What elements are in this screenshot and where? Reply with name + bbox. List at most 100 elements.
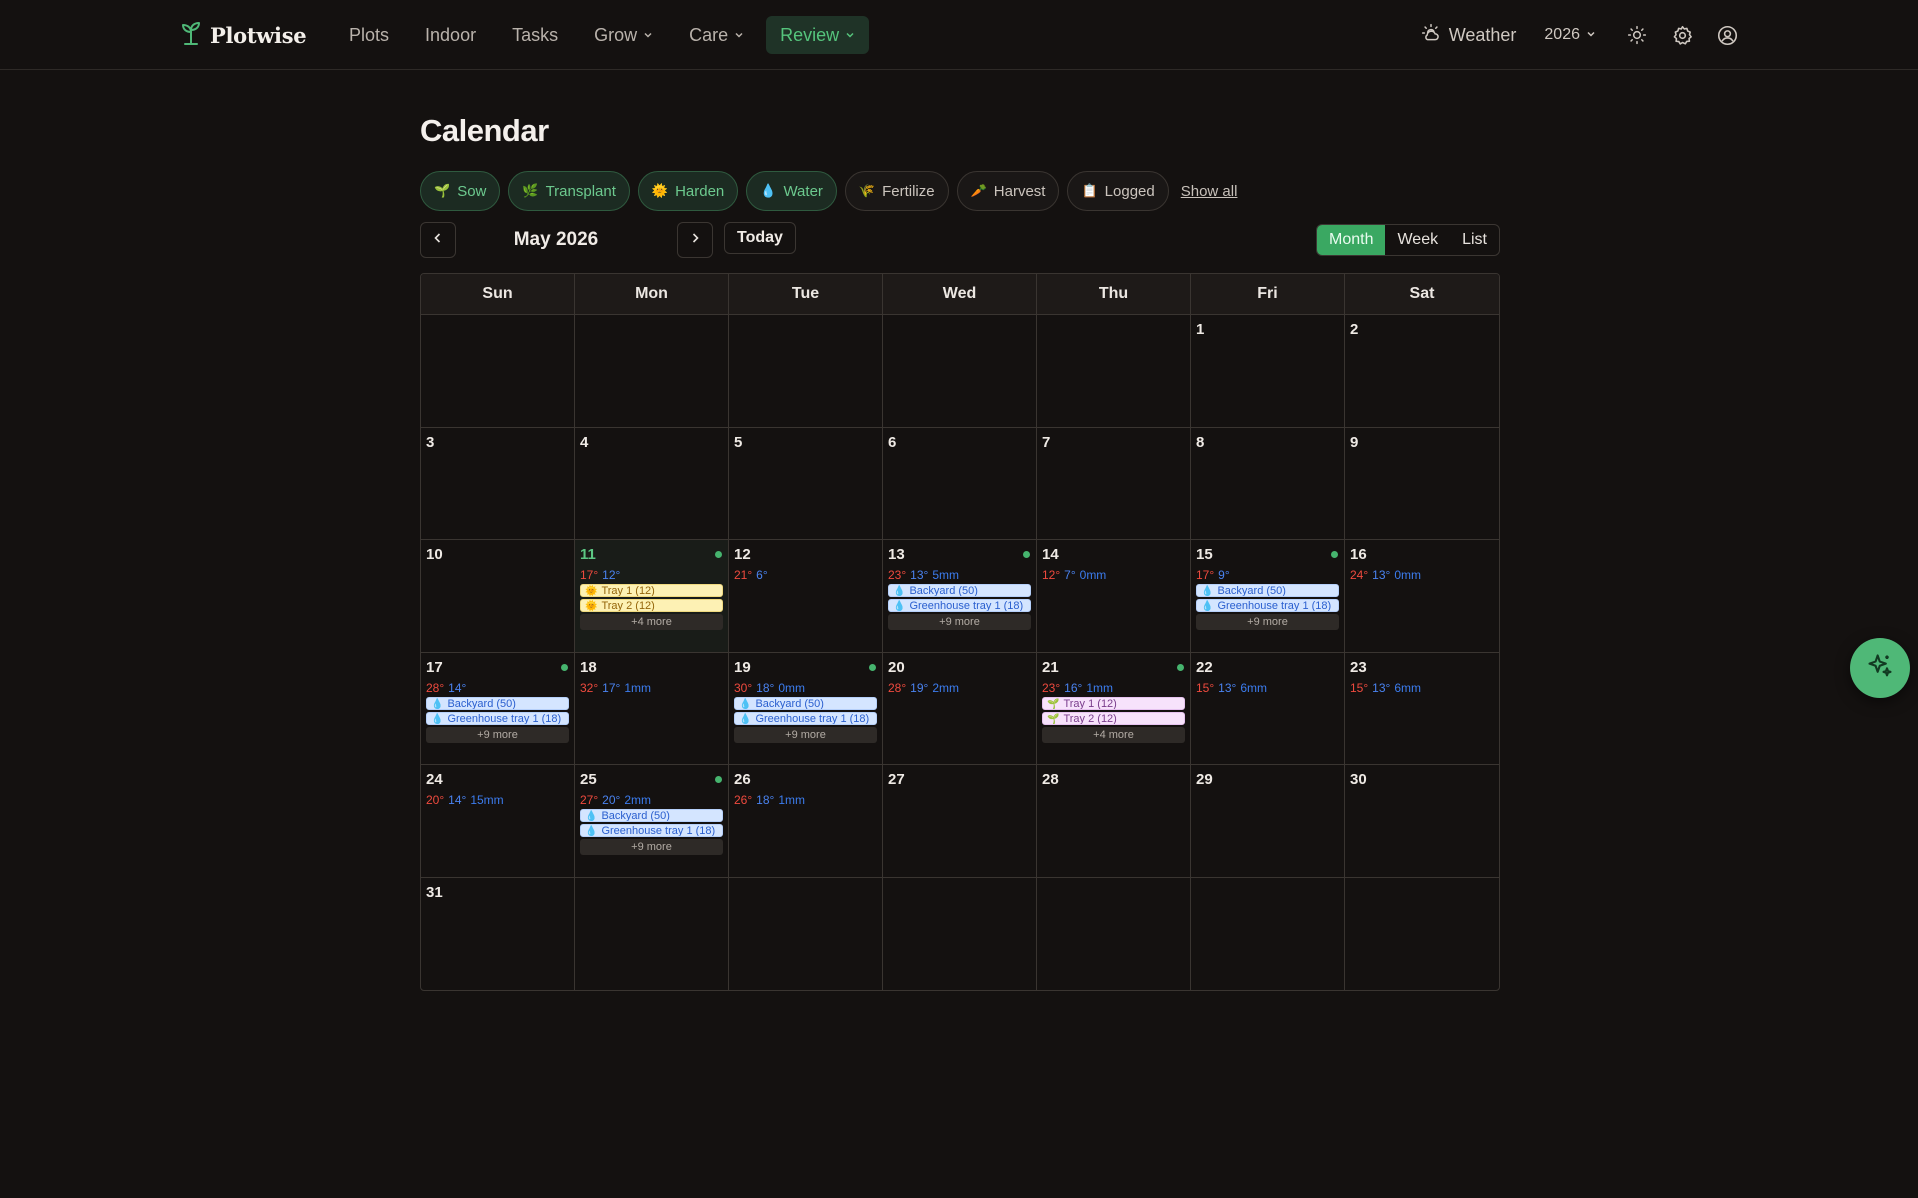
day-number: 17 xyxy=(426,658,443,676)
show-all-link[interactable]: Show all xyxy=(1181,183,1238,200)
nav-plots-label: Plots xyxy=(349,24,390,45)
more-events-button[interactable]: +4 more xyxy=(1042,726,1185,743)
event-water[interactable]: 💧 Backyard (50) xyxy=(1196,584,1339,597)
filter-chip-label: Sow xyxy=(457,182,487,200)
event-water[interactable]: 💧 Greenhouse tray 1 (18) xyxy=(888,599,1031,612)
day-cell-30[interactable]: 30 xyxy=(1345,765,1499,878)
day-number: 31 xyxy=(426,883,443,901)
header-tools: Weather 2026 xyxy=(1421,16,1738,54)
filter-chip-transplant[interactable]: 🌿 Transplant xyxy=(508,171,630,211)
assistant-fab-button[interactable] xyxy=(1850,638,1910,698)
day-cell-28[interactable]: 28 xyxy=(1037,765,1191,878)
event-water[interactable]: 💧 Backyard (50) xyxy=(426,696,569,710)
day-cell-10[interactable]: 10 xyxy=(421,540,575,653)
low-temp: 7° xyxy=(1064,568,1076,582)
day-cell-26[interactable]: 26 26° 18° 1mm xyxy=(729,765,883,878)
day-cell-24[interactable]: 24 20° 14° 15mm xyxy=(421,765,575,878)
event-harden[interactable]: 🌞 Tray 2 (12) xyxy=(580,599,723,612)
sun-icon[interactable] xyxy=(1626,24,1648,46)
nav-indoor[interactable]: Indoor xyxy=(411,16,490,54)
gear-icon[interactable] xyxy=(1671,24,1693,46)
day-cell-4[interactable]: 4 xyxy=(575,427,729,540)
event-label: Backyard (50) xyxy=(1217,585,1286,597)
day-cell-2[interactable]: 2 xyxy=(1345,315,1499,428)
nav-review[interactable]: Review xyxy=(766,16,870,54)
filter-chip-harden[interactable]: 🌞 Harden xyxy=(637,171,739,211)
water-icon: 💧 xyxy=(739,698,752,710)
day-cell-9[interactable]: 9 xyxy=(1345,428,1499,540)
day-cell-11[interactable]: 11 17° 12° 🌞 Tray 1 (12) 🌞 Tray 2 (12) +4 more xyxy=(575,540,729,653)
day-cell-7[interactable]: 7 xyxy=(1037,427,1191,540)
more-events-button[interactable]: +9 more xyxy=(426,726,569,743)
day-cell-21[interactable]: 21 23° 16° 1mm 🌱 Tray 1 (12) 🌱 Tray 2 (12) +4 mo… xyxy=(1037,652,1191,765)
day-number: 12 xyxy=(734,546,751,563)
event-water[interactable]: 💧 Greenhouse tray 1 (18) xyxy=(734,711,877,725)
day-cell-18[interactable]: 18 32° 17° 1mm xyxy=(575,652,729,765)
day-cell-6[interactable]: 6 xyxy=(883,427,1037,540)
view-month-button[interactable]: Month xyxy=(1317,225,1386,255)
high-temp: 30° xyxy=(734,680,753,695)
filter-chip-sow[interactable]: 🌱 Sow xyxy=(420,171,501,211)
day-number: 29 xyxy=(1196,771,1213,788)
more-events-button[interactable]: +4 more xyxy=(580,614,723,630)
water-icon: 💧 xyxy=(585,811,598,822)
day-cell-23[interactable]: 23 15° 13° 6mm xyxy=(1345,653,1499,765)
more-events-button[interactable]: +9 more xyxy=(734,726,877,743)
filter-chip-fertilize[interactable]: 🌾 Fertilize xyxy=(844,171,949,211)
day-cell-19[interactable]: 19 30° 18° 0mm 💧 Backyard (50) 💧 Greenhouse tra… xyxy=(729,652,883,765)
view-list-button[interactable]: List xyxy=(1450,225,1499,255)
nav-care[interactable]: Care xyxy=(675,16,758,54)
day-cell-17[interactable]: 17 28° 14° 💧 Backyard (50) 💧 Greenhouse tray 1… xyxy=(421,652,575,765)
weekday-fri: Fri xyxy=(1191,274,1345,314)
event-water[interactable]: 💧 Greenhouse tray 1 (18) xyxy=(426,711,569,725)
day-cell-8[interactable]: 8 xyxy=(1191,427,1345,540)
day-cell-29[interactable]: 29 xyxy=(1191,765,1345,878)
event-water[interactable]: 💧 Backyard (50) xyxy=(734,696,877,710)
view-week-button[interactable]: Week xyxy=(1385,225,1450,255)
event-water[interactable]: 💧 Backyard (50) xyxy=(580,809,723,822)
day-number: 19 xyxy=(734,658,751,676)
event-water[interactable]: 💧 Backyard (50) xyxy=(888,584,1031,597)
weekday-sun: Sun xyxy=(421,274,575,314)
nav-plots[interactable]: Plots xyxy=(335,16,403,54)
day-cell-5[interactable]: 5 xyxy=(729,427,883,540)
filter-chip-label: Transplant xyxy=(545,182,616,200)
prev-month-button[interactable] xyxy=(420,222,456,258)
next-month-button[interactable] xyxy=(677,222,713,258)
filter-chip-logged[interactable]: 📋 Logged xyxy=(1067,171,1169,211)
brand-logo[interactable]: Plotwise xyxy=(180,20,307,51)
event-harden[interactable]: 🌞 Tray 1 (12) xyxy=(580,584,723,597)
day-cell-16[interactable]: 16 24° 13° 0mm xyxy=(1345,540,1499,653)
today-button[interactable]: Today xyxy=(724,222,796,254)
more-events-button[interactable]: +9 more xyxy=(580,839,723,855)
day-cell-22[interactable]: 22 15° 13° 6mm xyxy=(1191,652,1345,765)
user-circle-icon[interactable] xyxy=(1716,24,1738,46)
event-water[interactable]: 💧 Greenhouse tray 1 (18) xyxy=(580,824,723,837)
day-cell-31[interactable]: 31 xyxy=(421,877,575,990)
sow-icon: 🌱 xyxy=(434,183,451,199)
filter-chip-water[interactable]: 💧 Water xyxy=(746,171,837,211)
event-water[interactable]: 💧 Greenhouse tray 1 (18) xyxy=(1196,599,1339,612)
day-cell-13[interactable]: 13 23° 13° 5mm 💧 Backyard (50) 💧 Greenhouse tra… xyxy=(883,540,1037,653)
day-cell-3[interactable]: 3 xyxy=(421,427,575,540)
event-label: Greenhouse tray 1 (18) xyxy=(601,825,716,837)
event-sow[interactable]: 🌱 Tray 2 (12) xyxy=(1042,711,1185,725)
event-sow[interactable]: 🌱 Tray 1 (12) xyxy=(1042,696,1185,710)
day-cell-25[interactable]: 25 27° 20° 2mm 💧 Backyard (50) 💧 Greenhouse tra… xyxy=(575,765,729,878)
day-cell-27[interactable]: 27 xyxy=(883,765,1037,878)
day-cell-1[interactable]: 1 xyxy=(1191,315,1345,428)
weather-link[interactable]: Weather xyxy=(1421,23,1516,48)
event-label: Greenhouse tray 1 (18) xyxy=(909,600,1024,612)
day-cell-20[interactable]: 20 28° 19° 2mm xyxy=(883,652,1037,765)
event-label: Greenhouse tray 1 (18) xyxy=(447,712,562,725)
nav-tasks[interactable]: Tasks xyxy=(498,16,572,54)
more-events-button[interactable]: +9 more xyxy=(1196,614,1339,630)
year-select[interactable]: 2026 xyxy=(1544,26,1596,44)
day-cell-14[interactable]: 14 12° 7° 0mm xyxy=(1037,540,1191,653)
nav-grow[interactable]: Grow xyxy=(580,16,667,54)
day-cell-empty xyxy=(421,315,575,428)
day-cell-15[interactable]: 15 17° 9° 💧 Backyard (50) 💧 Greenhouse tray 1 … xyxy=(1191,540,1345,653)
day-cell-12[interactable]: 12 21° 6° xyxy=(729,540,883,653)
more-events-button[interactable]: +9 more xyxy=(888,614,1031,630)
filter-chip-harvest[interactable]: 🥕 Harvest xyxy=(956,171,1060,211)
